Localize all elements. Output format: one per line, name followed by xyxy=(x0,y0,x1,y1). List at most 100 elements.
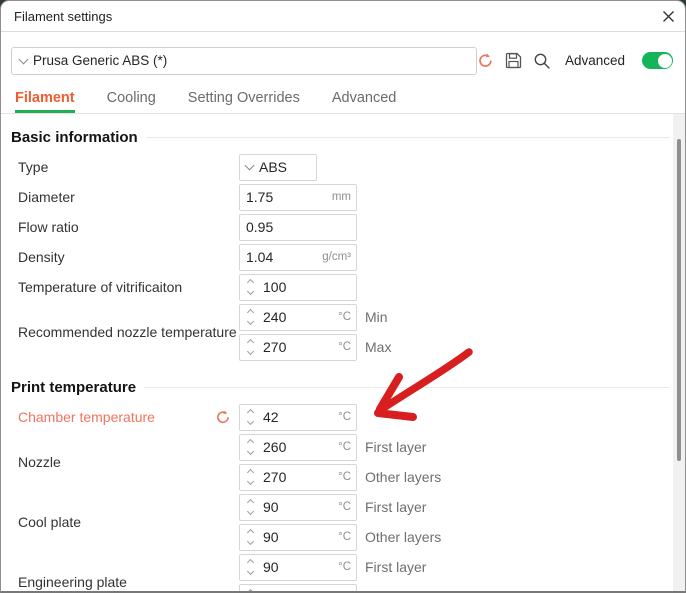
engineering-plate-other-layers-row-clipped xyxy=(239,582,426,591)
field-label: Temperature of vitrificaiton xyxy=(18,279,239,295)
nozzle-other-layers-row: °C Other layers xyxy=(239,462,441,492)
tab-cooling[interactable]: Cooling xyxy=(107,89,156,113)
first-layer-tag: First layer xyxy=(365,439,426,455)
undo-icon xyxy=(215,409,231,425)
search-button[interactable] xyxy=(533,52,551,70)
section-divider xyxy=(144,387,669,388)
chamber-temperature-label: Chamber temperature xyxy=(18,409,155,425)
spin-down-icon xyxy=(247,538,254,545)
unit-label: °C xyxy=(338,561,356,573)
engineering-plate-label: Engineering plate xyxy=(18,574,239,590)
preset-dropdown[interactable]: Prusa Generic ABS (*) xyxy=(11,47,477,75)
tab-setting-overrides[interactable]: Setting Overrides xyxy=(188,89,300,113)
spin-down-icon xyxy=(247,508,254,515)
chevron-down-icon xyxy=(19,54,29,64)
cool-plate-other-layers-row: °C Other layers xyxy=(239,522,441,552)
vitrification-inputbox xyxy=(239,274,357,301)
unit-label: °C xyxy=(338,311,356,323)
type-value: ABS xyxy=(259,159,287,175)
max-tag: Max xyxy=(365,339,391,355)
save-preset-button[interactable] xyxy=(505,52,522,69)
unit-label: °C xyxy=(338,531,356,543)
spin-up-icon xyxy=(247,279,254,286)
cool-plate-label: Cool plate xyxy=(18,514,239,530)
spin-down-icon xyxy=(247,568,254,575)
spin-up-icon xyxy=(247,309,254,316)
vitrification-input[interactable] xyxy=(257,279,356,295)
engineering-plate-other-layers-input[interactable] xyxy=(257,589,356,591)
spin-down-icon xyxy=(247,478,254,485)
close-button[interactable] xyxy=(651,1,685,31)
spin-up-icon xyxy=(247,589,254,591)
spinner-buttons[interactable] xyxy=(240,405,257,430)
engineering-plate-first-layer-input[interactable] xyxy=(257,559,338,575)
spinner-buttons[interactable] xyxy=(240,435,257,460)
engineering-plate-first-layer-row: °C First layer xyxy=(239,552,426,582)
scrollbar-thumb[interactable] xyxy=(677,139,681,461)
advanced-mode-toggle[interactable] xyxy=(642,52,673,69)
chevron-down-icon xyxy=(245,161,255,171)
unit-label: °C xyxy=(338,441,356,453)
spin-up-icon xyxy=(247,409,254,416)
field-group-recommended-nozzle-temp: Recommended nozzle temperature °C Min °C xyxy=(11,302,673,362)
spinner-buttons[interactable] xyxy=(240,305,257,330)
undo-chamber-button[interactable] xyxy=(215,409,231,425)
chamber-temperature-input[interactable] xyxy=(257,409,338,425)
spinner-buttons[interactable] xyxy=(240,465,257,490)
flow-ratio-input[interactable] xyxy=(240,219,356,235)
cool-plate-other-layers-input[interactable] xyxy=(257,529,338,545)
spinner-buttons[interactable] xyxy=(240,335,257,360)
tab-advanced[interactable]: Advanced xyxy=(332,89,397,113)
settings-tabs: Filament Cooling Setting Overrides Advan… xyxy=(1,89,685,114)
field-label: Flow ratio xyxy=(18,219,239,235)
nozzle-other-layers-input[interactable] xyxy=(257,469,338,485)
spinner-buttons[interactable] xyxy=(240,275,257,300)
nozzle-temp-max-inputbox: °C xyxy=(239,334,357,361)
title-bar: Filament settings xyxy=(1,1,685,32)
type-dropdown[interactable]: ABS xyxy=(239,154,317,181)
field-row-type: Type ABS xyxy=(11,152,673,182)
field-group-nozzle: Nozzle °C First layer °C O xyxy=(11,432,673,492)
undo-icon xyxy=(477,52,494,69)
density-input[interactable] xyxy=(240,249,322,265)
preset-name: Prusa Generic ABS (*) xyxy=(33,53,167,68)
diameter-inputbox: mm xyxy=(239,184,357,211)
nozzle-label: Nozzle xyxy=(18,454,239,470)
advanced-mode-label: Advanced xyxy=(565,53,625,68)
tab-filament[interactable]: Filament xyxy=(15,89,75,113)
spinner-buttons[interactable] xyxy=(240,555,257,580)
nozzle-first-layer-row: °C First layer xyxy=(239,432,441,462)
field-label: Density xyxy=(18,249,239,265)
nozzle-temp-max-row: °C Max xyxy=(239,332,391,362)
cool-plate-first-layer-input[interactable] xyxy=(257,499,338,515)
spin-down-icon xyxy=(247,418,254,425)
other-layers-tag: Other layers xyxy=(365,529,441,545)
nozzle-temp-max-input[interactable] xyxy=(257,339,338,355)
nozzle-first-layer-input[interactable] xyxy=(257,439,338,455)
unit-label: °C xyxy=(338,411,356,423)
nozzle-first-layer-inputbox: °C xyxy=(239,434,357,461)
spinner-buttons[interactable] xyxy=(240,495,257,520)
diameter-input[interactable] xyxy=(240,189,332,205)
spinner-buttons[interactable] xyxy=(240,585,257,592)
spin-up-icon xyxy=(247,529,254,536)
chamber-temperature-inputbox: °C xyxy=(239,404,357,431)
search-icon xyxy=(533,52,551,70)
cool-plate-first-layer-inputbox: °C xyxy=(239,494,357,521)
undo-preset-button[interactable] xyxy=(477,52,494,69)
spin-up-icon xyxy=(247,559,254,566)
spin-up-icon xyxy=(247,469,254,476)
field-row-diameter: Diameter mm xyxy=(11,182,673,212)
scrollbar-track[interactable] xyxy=(673,114,685,591)
close-icon xyxy=(662,10,675,23)
nozzle-temp-min-input[interactable] xyxy=(257,309,338,325)
unit-label: mm xyxy=(332,191,356,203)
field-label: Diameter xyxy=(18,189,239,205)
spinner-buttons[interactable] xyxy=(240,525,257,550)
spin-down-icon xyxy=(247,288,254,295)
field-row-flow-ratio: Flow ratio xyxy=(11,212,673,242)
field-row-chamber-temperature: Chamber temperature °C xyxy=(11,402,673,432)
density-inputbox: g/cm³ xyxy=(239,244,357,271)
cool-plate-other-layers-inputbox: °C xyxy=(239,524,357,551)
field-row-vitrification: Temperature of vitrificaiton xyxy=(11,272,673,302)
